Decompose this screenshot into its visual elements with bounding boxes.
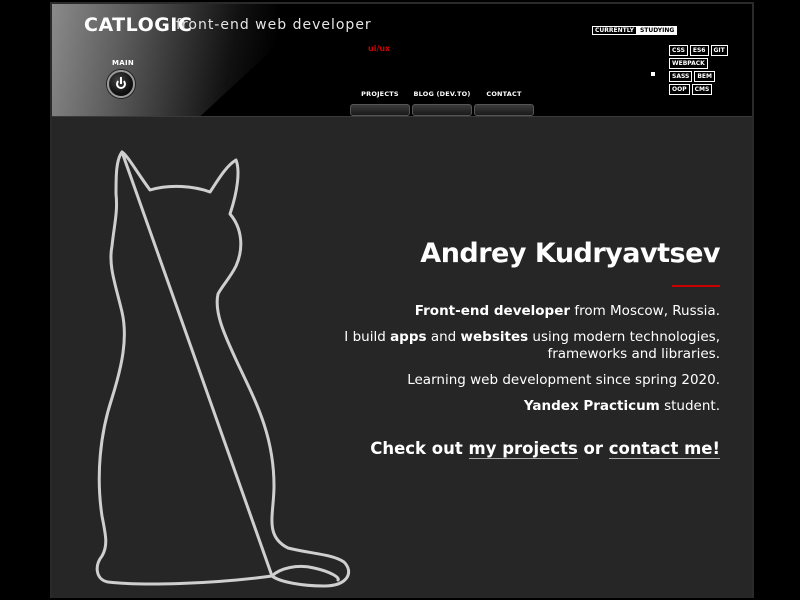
page-title: Andrey Kudryavtsev <box>420 238 720 269</box>
nav-tab[interactable] <box>350 104 410 116</box>
nav-tab[interactable] <box>474 104 534 116</box>
bio-line-2: I build apps and websites using modern t… <box>320 329 720 363</box>
bio-apps: apps <box>390 329 427 345</box>
nav-label: CONTACT <box>486 90 522 98</box>
bio-websites: websites <box>460 329 529 345</box>
main-label: MAIN <box>112 59 135 67</box>
main-power-button[interactable] <box>107 70 135 98</box>
uiux-label: ui/ux <box>368 44 391 53</box>
bio-text: frameworks and libraries. <box>547 346 720 362</box>
cta-text: Check out <box>370 439 469 458</box>
bio-section: Andrey Kudryavtsev Front-end developer f… <box>320 236 721 460</box>
cta-text: or <box>577 439 609 458</box>
bio-school: Yandex Practicum <box>523 398 660 414</box>
bio-line-3: Learning web development since spring 20… <box>407 372 720 388</box>
studying-label: STUDYING <box>636 26 678 35</box>
tag-cms: CMS <box>691 84 713 95</box>
bio-text: using modern technologies, <box>528 329 720 345</box>
bio-text: and <box>426 329 461 345</box>
bio-role: Front-end developer <box>414 303 571 319</box>
tag-git: GIT <box>710 45 728 56</box>
tag-oop: OOP <box>669 84 690 95</box>
page: CATLOGIC front-end web developer MAIN ui… <box>0 0 800 600</box>
tag-css: CSS <box>669 45 688 56</box>
currently-studying-label: CURRENTLY STUDYING <box>592 26 678 35</box>
tag-sass: SASS <box>669 71 693 82</box>
contact-link[interactable]: contact me! <box>608 439 720 459</box>
projects-link[interactable]: my projects <box>468 439 578 459</box>
power-icon-line <box>120 77 122 84</box>
nav-item-contact[interactable]: CONTACT <box>474 88 534 118</box>
nav-label: PROJECTS <box>361 90 399 98</box>
bio-text: I build <box>344 329 391 345</box>
main-nav: PROJECTS BLOG (DEV.TO) CONTACT <box>350 88 534 118</box>
currently-label: CURRENTLY <box>592 26 637 35</box>
indicator-dot <box>651 72 655 76</box>
call-to-action: Check out my projects or contact me! <box>320 438 720 460</box>
nav-label: BLOG (DEV.TO) <box>413 90 471 98</box>
tech-tags: CSS ES6 GIT WEBPACK SASS BEM OOP CMS <box>669 45 729 95</box>
nav-item-projects[interactable]: PROJECTS <box>350 88 410 118</box>
bio-location: from Moscow, Russia. <box>570 303 720 319</box>
bio-line-1: Front-end developer from Moscow, Russia. <box>320 303 720 320</box>
tag-webpack: WEBPACK <box>669 58 708 69</box>
tagline: front-end web developer <box>176 17 372 33</box>
bio-text: student. <box>659 398 720 414</box>
nav-item-blog[interactable]: BLOG (DEV.TO) <box>412 88 472 118</box>
tag-es6: ES6 <box>689 45 709 56</box>
bio-line-4: Yandex Practicum student. <box>320 398 720 415</box>
title-underline <box>672 285 720 287</box>
tag-bem: BEM <box>694 71 715 82</box>
nav-tab[interactable] <box>412 104 472 116</box>
cat-body-path <box>95 150 350 588</box>
